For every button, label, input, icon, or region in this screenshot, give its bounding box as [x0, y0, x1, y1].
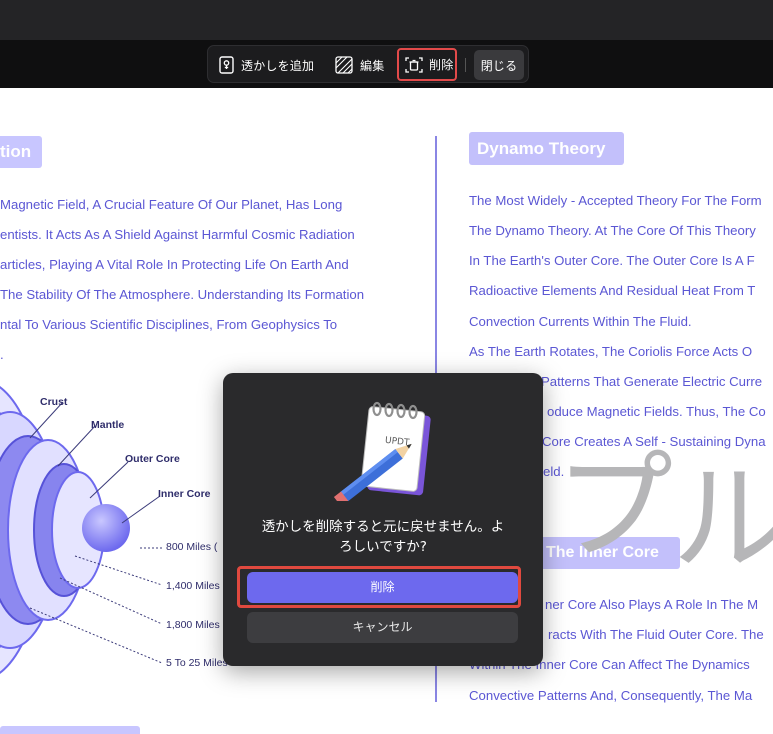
inner-core-pointer — [121, 495, 161, 524]
toolbar-separator — [465, 58, 466, 72]
delete-watermark-button[interactable]: 削除 — [397, 48, 457, 81]
right-paragraph-line: Radioactive Elements And Residual Heat F… — [469, 283, 756, 298]
right-paragraph-line: The Most Widely - Accepted Theory For Th… — [469, 193, 762, 208]
right-paragraph-line: In The Earth's Outer Core. The Outer Cor… — [469, 253, 755, 268]
left-section-heading: tion — [0, 136, 42, 168]
next-section-badge — [0, 726, 140, 734]
distance-label: 1,800 Miles — [166, 619, 220, 631]
right-paragraph-line: racts With The Fluid Outer Core. The — [548, 627, 764, 642]
notepad-pencil-icon: UPDT — [333, 401, 431, 501]
outer-core-label: Outer Core — [125, 453, 180, 465]
close-button[interactable]: 閉じる — [474, 50, 524, 80]
watermark-add-icon — [218, 55, 235, 75]
add-watermark-button[interactable]: 透かしを追加 — [218, 50, 314, 80]
distance-label: 800 Miles ( — [166, 541, 218, 553]
crust-pointer — [29, 402, 63, 439]
right-paragraph-line: Patterns That Generate Electric Curre — [541, 374, 763, 389]
edit-pattern-icon — [334, 55, 354, 75]
cancel-button[interactable]: キャンセル — [247, 612, 518, 643]
confirm-delete-button[interactable]: 削除 — [247, 572, 518, 603]
delete-watermark-icon — [404, 55, 424, 75]
left-paragraph-line: The Stability Of The Atmosphere. Underst… — [0, 287, 365, 302]
right-paragraph-line: Convective Patterns And, Consequently, T… — [469, 688, 753, 703]
dialog-message-line: ろしいですか? — [339, 539, 427, 555]
outer-core-pointer — [89, 461, 129, 499]
right-section-heading: Dynamo Theory — [469, 132, 624, 165]
edit-watermark-button[interactable]: 編集 — [334, 50, 384, 80]
edit-label: 編集 — [360, 58, 385, 73]
delete-label: 削除 — [429, 58, 454, 72]
window-title-bar — [0, 0, 773, 40]
crust-label: Crust — [40, 396, 68, 408]
watermark-glyph: プ — [555, 438, 674, 576]
right-paragraph-line: As The Earth Rotates, The Coriolis Force… — [469, 344, 753, 359]
left-paragraph-line: articles, Playing A Vital Role In Protec… — [0, 257, 349, 272]
watermark-toolbar: 透かしを追加 編集 削除 閉じる — [207, 45, 529, 83]
watermark-glyph: ル — [672, 450, 773, 588]
dialog-message-line: 透かしを削除すると元に戻せません。よ — [261, 519, 505, 535]
distance-label: 5 To 25 Miles — [166, 657, 228, 669]
dialog-message: 透かしを削除すると元に戻せません。よ ろしいですか? — [233, 517, 533, 557]
delete-confirm-dialog: UPDT 透かしを削除すると元に戻せません。よ ろしいですか? 削除 キャンセル — [223, 373, 543, 666]
left-paragraph-line: ntal To Various Scientific Disciplines, … — [0, 317, 338, 332]
distance-label: 1,400 Miles — [166, 580, 220, 592]
left-paragraph-line: . — [0, 347, 4, 362]
left-paragraph-line: entists. It Acts As A Shield Against Har… — [0, 227, 355, 242]
right-paragraph-line: oduce Magnetic Fields. Thus, The Co — [547, 404, 766, 419]
right-paragraph-line: ner Core Also Plays A Role In The M — [545, 597, 759, 612]
mantle-label: Mantle — [91, 419, 125, 431]
inner-core-label: Inner Core — [158, 488, 211, 500]
add-watermark-label: 透かしを追加 — [241, 58, 315, 73]
left-paragraph-line: Magnetic Field, A Crucial Feature Of Our… — [0, 197, 343, 212]
right-paragraph-line: The Dynamo Theory. At The Core Of This T… — [469, 223, 756, 238]
right-paragraph-line: Convection Currents Within The Fluid. — [469, 314, 692, 329]
